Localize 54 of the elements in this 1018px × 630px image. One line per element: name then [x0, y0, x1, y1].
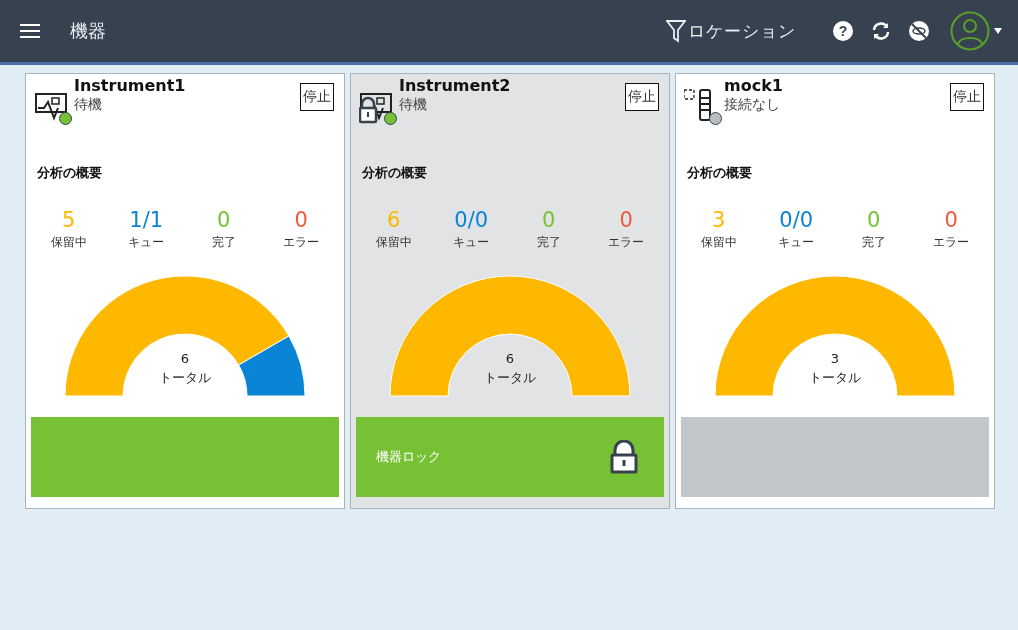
- summary-title: 分析の概要: [362, 164, 428, 182]
- total-value: 3: [830, 350, 840, 368]
- total-label: トータル: [484, 369, 536, 387]
- total-label: トータル: [809, 369, 861, 387]
- refresh-icon[interactable]: [870, 20, 892, 42]
- stat-label: 完了: [211, 234, 236, 251]
- menu-icon[interactable]: [20, 23, 40, 39]
- instrument-status: 接続なし: [724, 96, 781, 114]
- stat-value: 6: [387, 208, 401, 232]
- stat-value: 0: [619, 208, 633, 232]
- stat-label: キュー: [128, 234, 165, 251]
- stat-label: 完了: [861, 234, 886, 251]
- stat-value: 0: [944, 208, 958, 232]
- instrument-name: Instrument2: [399, 76, 512, 95]
- stat-value: 0: [542, 208, 556, 232]
- summary-title: 分析の概要: [37, 164, 103, 182]
- lock-icon: [610, 440, 638, 474]
- location-filter[interactable]: ロケーション: [666, 19, 796, 43]
- stat-label: キュー: [778, 234, 815, 251]
- stat-label: 完了: [536, 234, 561, 251]
- lock-text: 機器ロック: [376, 448, 441, 466]
- page-title: 機器: [70, 19, 106, 43]
- stop-button[interactable]: 停止: [950, 83, 984, 111]
- stat-value: 0/0: [779, 208, 814, 232]
- filter-icon: [666, 19, 686, 43]
- stat-label: 保留中: [375, 234, 412, 251]
- stat-value: 1/1: [129, 208, 164, 232]
- stat-value: 0: [217, 208, 231, 232]
- stat-value: 0: [294, 208, 308, 232]
- visibility-off-icon[interactable]: [908, 20, 930, 42]
- total-label: トータル: [159, 369, 211, 387]
- instrument-name: Instrument1: [74, 76, 187, 95]
- stat-value: 0/0: [454, 208, 489, 232]
- stat-label: 保留中: [700, 234, 737, 251]
- instrument-status: 待機: [399, 96, 428, 114]
- stat-label: エラー: [283, 234, 320, 251]
- instrument-status: 待機: [74, 96, 103, 114]
- total-value: 6: [505, 350, 515, 368]
- stat-label: エラー: [933, 234, 970, 251]
- avatar-icon: [950, 11, 990, 51]
- stat-label: キュー: [453, 234, 490, 251]
- caret-icon: [994, 28, 1002, 34]
- summary-title: 分析の概要: [687, 164, 753, 182]
- help-icon[interactable]: ?: [832, 20, 854, 42]
- stat-value: 3: [712, 208, 726, 232]
- stat-label: エラー: [608, 234, 645, 251]
- instrument-name: mock1: [724, 76, 784, 95]
- total-value: 6: [180, 350, 190, 368]
- stop-button[interactable]: 停止: [300, 83, 334, 111]
- stat-value: 5: [62, 208, 76, 232]
- stat-value: 0: [867, 208, 881, 232]
- user-menu[interactable]: [950, 11, 1002, 51]
- stat-label: 保留中: [50, 234, 87, 251]
- stop-button[interactable]: 停止: [625, 83, 659, 111]
